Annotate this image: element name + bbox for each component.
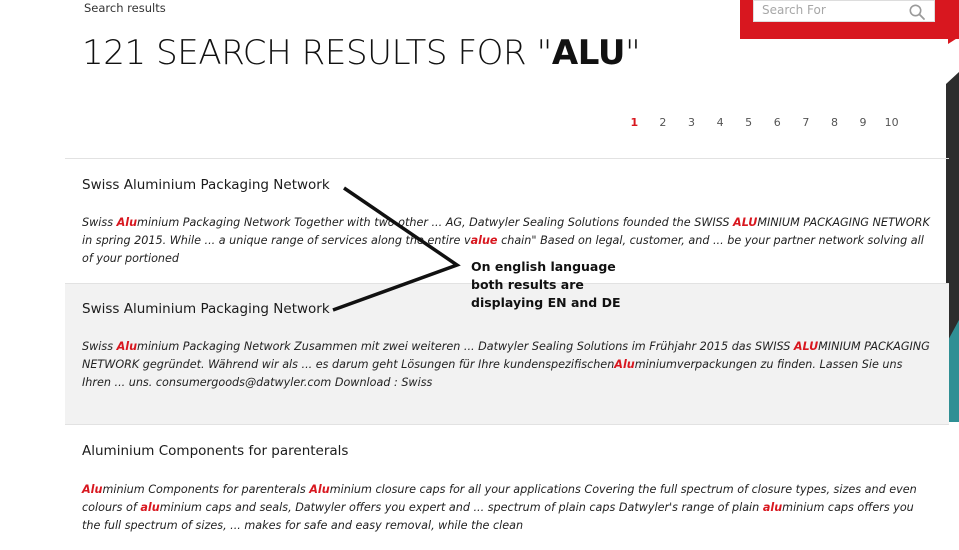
page-link-6[interactable]: 6 [763, 116, 792, 129]
breadcrumb: Search results [84, 1, 166, 15]
snippet-text: minium caps and seals, Datwyler offers y… [159, 501, 763, 514]
result-title[interactable]: Swiss Aluminium Packaging Network [82, 301, 330, 317]
result-snippet: Aluminium Components for parenterals Alu… [82, 481, 932, 535]
page-link-5[interactable]: 5 [734, 116, 763, 129]
result-snippet: Swiss Aluminium Packaging Network Zusamm… [82, 338, 932, 392]
snippet-text: minium Components for parenterals [102, 483, 310, 496]
highlight-term: Alu [116, 216, 138, 229]
result-title[interactable]: Swiss Aluminium Packaging Network [82, 177, 330, 193]
highlight-term: Alu [614, 358, 635, 371]
snippet-text: minium Packaging Network Zusammen mit zw… [137, 340, 794, 353]
highlight-term: Alu [309, 483, 330, 496]
result-item: Aluminium Components for parenterals Alu… [65, 424, 949, 550]
page-link-2[interactable]: 2 [649, 116, 678, 129]
snippet-text: Swiss [82, 216, 117, 229]
page-link-7[interactable]: 7 [792, 116, 821, 129]
result-title[interactable]: Aluminium Components for parenterals [82, 443, 348, 459]
annotation-line: both results are [471, 277, 584, 292]
page-link-9[interactable]: 9 [849, 116, 878, 129]
title-search-term: ALU [551, 33, 626, 73]
snippet-text: Swiss [82, 340, 117, 353]
page-title: 121 SEARCH RESULTS FOR "ALU" [82, 33, 641, 73]
highlight-term: alu [762, 501, 783, 514]
red-arrow-icon [948, 30, 959, 44]
search-panel [740, 0, 959, 39]
highlight-term: ALU [733, 216, 758, 229]
title-suffix: " [625, 33, 641, 73]
highlight-term: Alu [82, 483, 103, 496]
annotation-note: On english language both results are dis… [471, 258, 621, 312]
page-link-8[interactable]: 8 [820, 116, 849, 129]
page-link-4[interactable]: 4 [706, 116, 735, 129]
page-link-1[interactable]: 1 [620, 116, 649, 129]
pagination: 1 2 3 4 5 6 7 8 9 10 [620, 116, 906, 129]
page-link-3[interactable]: 3 [677, 116, 706, 129]
annotation-line: On english language [471, 259, 616, 274]
snippet-text: minium Packaging Network Together with t… [137, 216, 734, 229]
highlight-term: ALU [793, 340, 819, 353]
page-link-10[interactable]: 10 [877, 116, 906, 129]
highlight-term: alue [470, 234, 498, 247]
search-field[interactable] [753, 0, 935, 22]
title-prefix: 121 SEARCH RESULTS FOR " [82, 33, 552, 73]
annotation-line: displaying EN and DE [471, 295, 621, 310]
highlight-term: alu [140, 501, 160, 514]
highlight-term: Alu [116, 340, 138, 353]
search-icon[interactable] [908, 3, 926, 21]
search-input[interactable] [762, 3, 902, 17]
